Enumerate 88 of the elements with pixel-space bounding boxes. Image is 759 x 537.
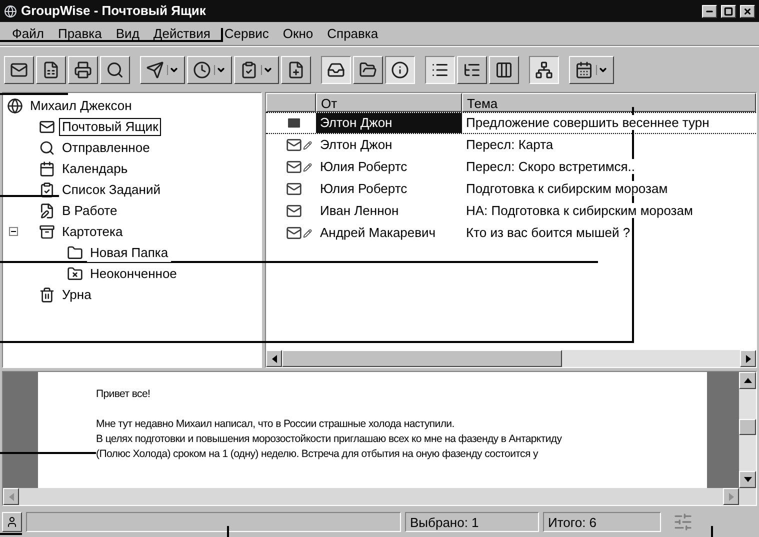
table-cell: Кто из вас боится мышей ? (466, 225, 630, 240)
table-cell-text: Элтон Джон (319, 136, 394, 154)
table-cell: Элтон Джон (316, 113, 462, 133)
dropdown-arrow-icon (214, 64, 226, 74)
message-text: Привет все! (96, 388, 150, 400)
message-row[interactable]: Иван Леннон НА: Подготовка к сибирским морозам (266, 200, 756, 222)
table-cell: Пересл: Скоро встретимся.. (466, 159, 636, 174)
folder-icon (359, 60, 377, 78)
tree-item[interactable]: Почтовый Ящик (59, 118, 162, 136)
new-file-icon (287, 60, 305, 78)
dropdown-arrow-icon (261, 64, 273, 74)
menu-item[interactable]: Окно (282, 24, 314, 44)
table-cell: Подготовка к сибирским морозам (466, 181, 668, 196)
table-cell-text: Иван Леннон (319, 202, 400, 220)
task-list-icon (39, 182, 55, 198)
table-cell: Пересл: Карта (466, 137, 554, 152)
close-icon (743, 6, 752, 16)
menu-item[interactable]: Действия (153, 24, 210, 44)
scroll-up-icon (744, 378, 752, 383)
maximize-button[interactable] (721, 4, 736, 18)
message-text: Мне тут недавно Михаил написал, что в России страшные холода наступили. (96, 418, 454, 430)
trash-icon (39, 286, 55, 302)
horizontal-scrollbar[interactable] (266, 350, 756, 367)
menu-item[interactable]: Вид (116, 24, 140, 44)
leader-line (0, 533, 22, 535)
message-row[interactable]: Элтон Джон Пересл: Карта (266, 134, 756, 156)
address-book-button[interactable] (2, 512, 22, 532)
clipboard-icon (240, 60, 258, 78)
message-text: (Полюс Холода) сроком на 1 (одну) неделю. Встреча для отбытия на оную фазенду состоится у (96, 448, 538, 460)
menu-item[interactable]: Правка (58, 24, 102, 44)
form-icon (42, 60, 60, 78)
message-row[interactable]: Юлия Робертс Пересл: Скоро встретимся.. (266, 156, 756, 178)
calendar-icon (575, 60, 593, 78)
send-icon (146, 60, 164, 78)
scroll-down-icon (744, 477, 752, 482)
scroll-thumb[interactable] (739, 419, 756, 435)
dropdown-arrow-icon (596, 64, 608, 74)
scroll-left-icon (272, 354, 276, 362)
toolbar-button[interactable] (425, 56, 455, 84)
table-cell-text: Юлия Робертс (319, 180, 408, 198)
cabinet-icon (39, 224, 55, 240)
message-row[interactable]: Андрей Макаревич Кто из вас боится мышей ? (266, 222, 756, 244)
scroll-right-icon (728, 492, 734, 500)
message-text: В целях подготовки и повышения морозостойкости приглашаю всех ко мне на фазенду в Антарктиду (96, 433, 562, 445)
menu-item[interactable]: Сервис (224, 24, 269, 44)
scroll-left-icon (8, 492, 14, 500)
window-title: GroupWise - Почтовый Ящик (21, 2, 207, 20)
columns-icon (495, 60, 513, 78)
scroll-thumb[interactable] (282, 350, 562, 367)
scroll-right-icon (746, 354, 750, 362)
mail-icon (10, 60, 28, 78)
collapse-toggle[interactable] (9, 227, 18, 236)
message-row[interactable]: Элтон Джон Предложение совершить весеннее турн (266, 112, 756, 134)
toolbar-button[interactable] (385, 56, 415, 84)
table-cell: НА: Подготовка к сибирским морозам (466, 203, 693, 218)
dropdown-arrow-icon (167, 64, 179, 74)
inbox-icon (327, 60, 345, 78)
clock-icon (193, 60, 211, 78)
person-icon (6, 516, 18, 528)
app-icon (4, 4, 17, 18)
leader-line (0, 93, 68, 95)
info-icon (391, 60, 409, 78)
minimize-button[interactable] (702, 4, 717, 18)
column-header[interactable] (266, 93, 316, 112)
column-header[interactable]: Тема (462, 93, 756, 112)
globe-icon (7, 98, 23, 114)
toolbar-button[interactable] (321, 56, 351, 84)
folder-icon (67, 266, 83, 282)
toolbar-button[interactable] (529, 56, 559, 84)
folder-icon (67, 244, 83, 260)
close-button[interactable] (740, 4, 755, 18)
table-cell: Предложение совершить весеннее турн (466, 115, 710, 130)
document-icon (39, 202, 55, 218)
vertical-scrollbar[interactable] (739, 372, 756, 488)
horizontal-scrollbar[interactable] (3, 488, 756, 505)
menu-item[interactable]: Файл (12, 24, 44, 44)
table-cell-text: Юлия Робертс (319, 158, 408, 176)
selected-count: Выбрано: 1 (405, 512, 539, 532)
maximize-icon (724, 6, 733, 16)
calendar-icon (39, 160, 55, 176)
column-header[interactable]: От (316, 93, 462, 112)
search-icon (106, 60, 124, 78)
network-icon (535, 60, 553, 78)
total-count: Итого: 6 (543, 512, 661, 532)
menu-item[interactable]: Справка (327, 24, 378, 44)
table-cell-text: Андрей Макаревич (319, 224, 437, 242)
printer-icon (74, 60, 92, 78)
message-row[interactable]: Юлия Робертс Подготовка к сибирским морозам (266, 178, 756, 200)
